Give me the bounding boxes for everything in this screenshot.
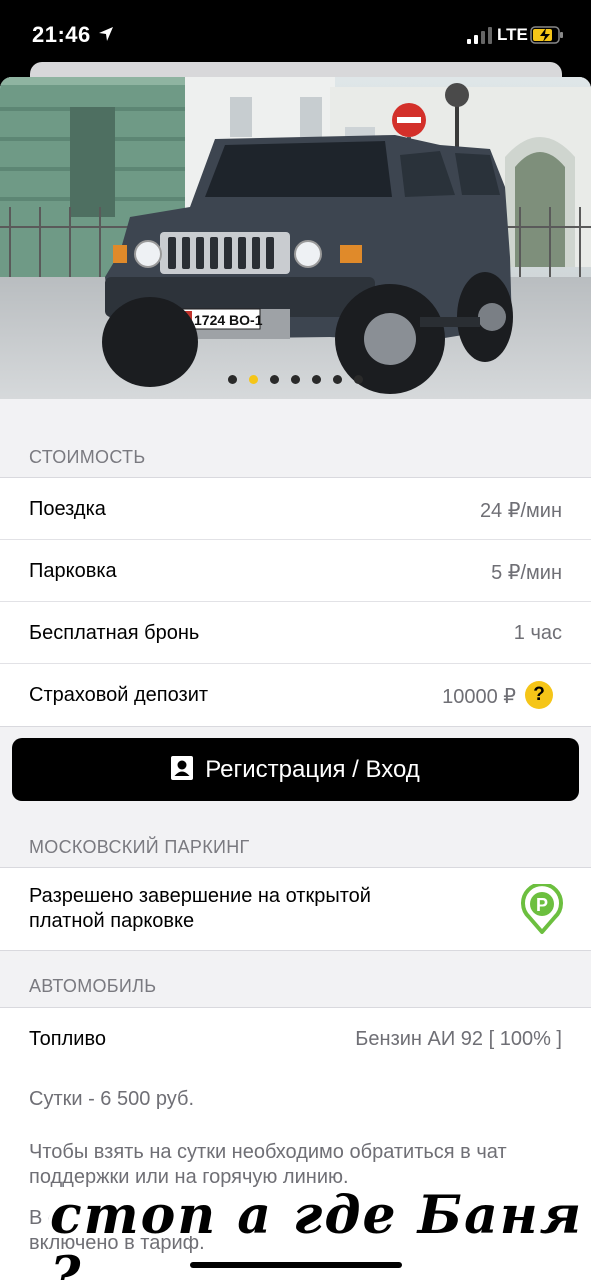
list-item: Страховой депозит 10000 ₽ ? <box>0 664 591 726</box>
car-photo-carousel[interactable]: 1724 BO-1 <box>0 77 591 399</box>
parking-value: 5 ₽/мин <box>491 562 562 584</box>
home-indicator[interactable] <box>190 1262 402 1268</box>
carousel-dot[interactable] <box>354 375 363 385</box>
deposit-label: Страховой депозит <box>29 684 209 706</box>
parking-label: Парковка <box>29 560 117 582</box>
moscow-parking-list: Разрешено завершение на открытой платной… <box>0 867 591 951</box>
daily-rental-note: Чтобы взять на сутки необходимо обратить… <box>29 1140 569 1190</box>
carousel-dot[interactable] <box>333 375 342 385</box>
free-booking-label: Бесплатная бронь <box>29 622 200 644</box>
car-list: Топливо Бензин АИ 92 [ 100% ] <box>0 1007 591 1070</box>
help-icon[interactable]: ? <box>525 681 553 709</box>
carousel-dot[interactable] <box>228 375 237 385</box>
daily-rental-note-line-1: Чтобы взять на сутки необходимо обратить… <box>29 1141 507 1163</box>
deposit-value: 10000 ₽ <box>442 686 516 708</box>
trip-value: 24 ₽/мин <box>479 500 562 522</box>
list-item: Бесплатная бронь 1 час <box>0 602 591 664</box>
free-booking-value: 1 час <box>513 622 562 644</box>
svg-text:P: P <box>536 895 548 915</box>
fuel-label: Топливо <box>29 1028 106 1050</box>
car-section-header: АВТОМОБИЛЬ <box>29 976 157 996</box>
status-time: 21:46 <box>32 22 91 47</box>
parking-permission-text: Разрешено завершение на открытой платной… <box>29 884 449 934</box>
parking-permission-line-2: платной парковке <box>29 910 195 932</box>
parking-pin-icon: P <box>521 884 563 934</box>
license-plate: 1724 BO-1 <box>194 312 263 328</box>
battery-charging-icon <box>530 26 563 44</box>
list-item: Топливо Бензин АИ 92 [ 100% ] <box>0 1008 591 1070</box>
carousel-dot[interactable] <box>249 375 258 385</box>
signal-icon <box>467 27 492 44</box>
cost-section-header: СТОИМОСТЬ <box>29 447 146 467</box>
carousel-pagination <box>0 371 591 385</box>
moscow-parking-section-header: МОСКОВСКИЙ ПАРКИНГ <box>29 837 250 857</box>
carousel-dot[interactable] <box>312 375 321 385</box>
parking-permission-line-1: Разрешено завершение на открытой <box>29 885 371 907</box>
car-details-sheet: 1724 BO-1 СТОИМОСТЬ Поездка 24 ₽/мин Пар… <box>0 77 591 1280</box>
trip-label: Поездка <box>29 498 106 520</box>
carousel-dot[interactable] <box>270 375 279 385</box>
carousel-dot[interactable] <box>291 375 300 385</box>
cost-list: Поездка 24 ₽/мин Парковка 5 ₽/мин Беспла… <box>0 477 591 727</box>
network-type: LTE <box>497 25 528 44</box>
register-login-button[interactable]: Регистрация / Вход <box>12 738 579 801</box>
daily-rate-text: Сутки - 6 500 руб. <box>29 1088 195 1110</box>
fuel-value: Бензин АИ 92 [ 100% ] <box>355 1028 562 1050</box>
list-item: Разрешено завершение на открытой платной… <box>0 868 591 950</box>
car-photo: 1724 BO-1 <box>0 77 591 399</box>
location-arrow-icon <box>99 27 113 41</box>
list-item: Парковка 5 ₽/мин <box>0 540 591 602</box>
register-login-label: Регистрация / Вход <box>205 756 420 783</box>
list-item: Поездка 24 ₽/мин <box>0 478 591 540</box>
contact-book-icon <box>171 756 194 780</box>
